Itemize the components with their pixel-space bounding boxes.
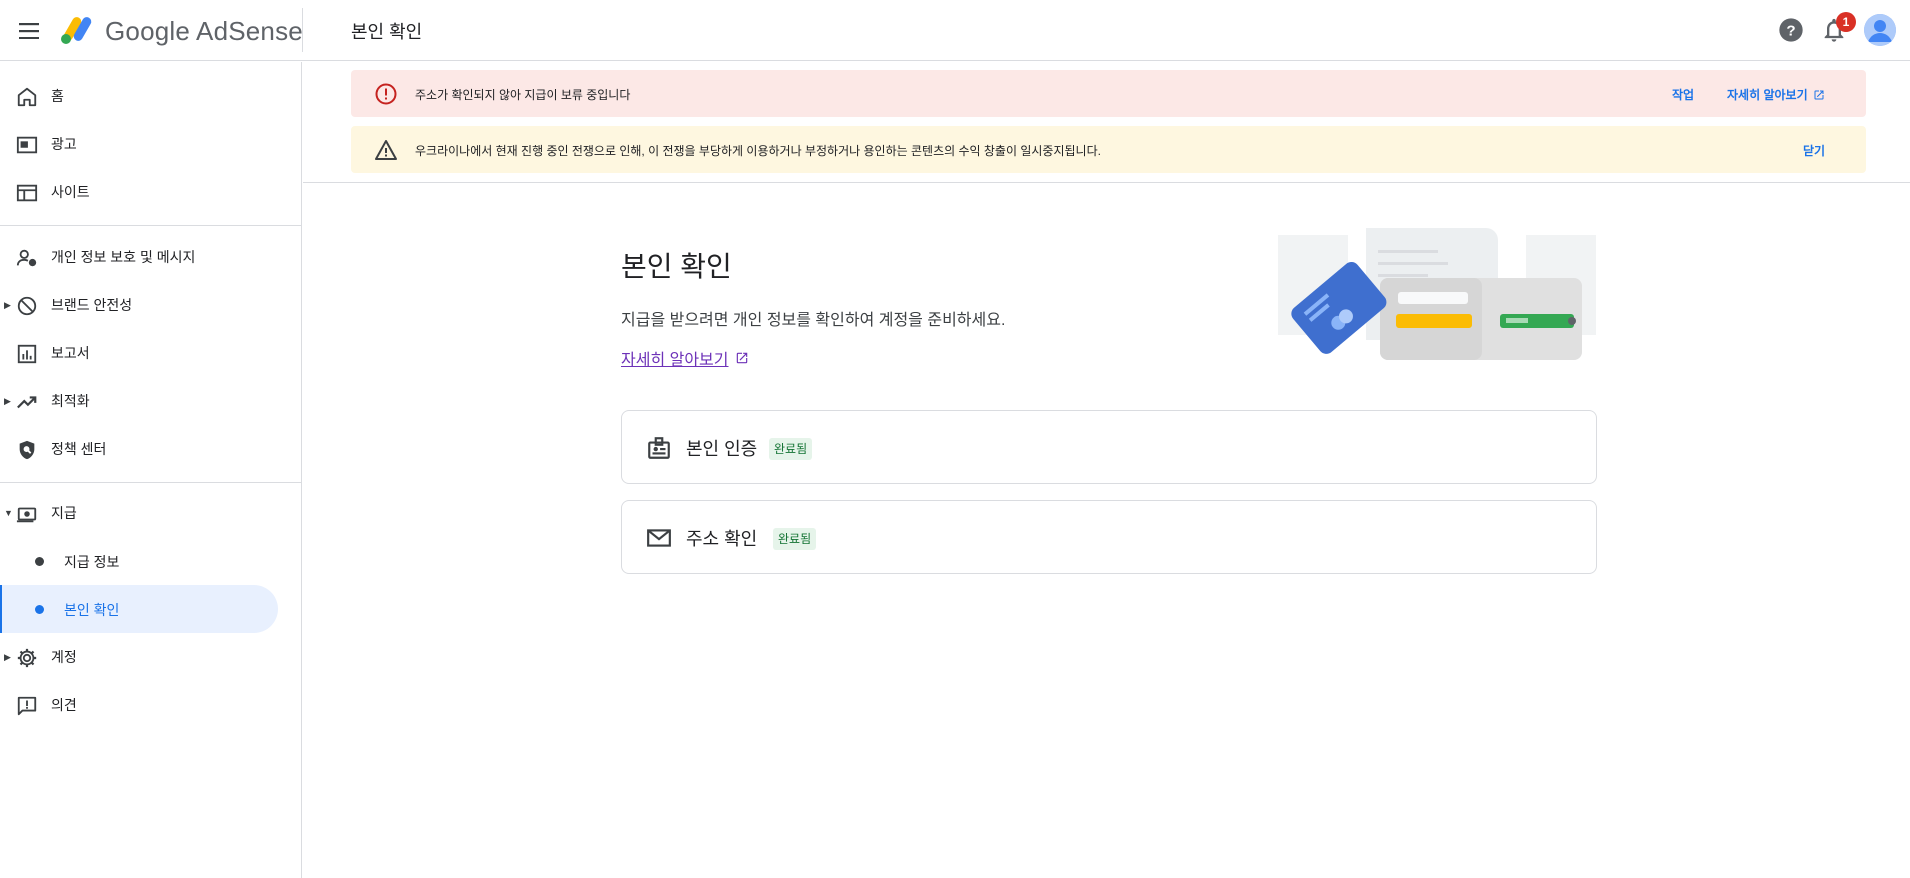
dismiss-button[interactable]: 닫기	[1803, 142, 1825, 159]
sidebar-item-payments[interactable]: ▼ 지급	[0, 489, 278, 537]
adsense-logo-icon[interactable]	[58, 14, 96, 46]
sidebar-item-sites[interactable]: 사이트	[0, 168, 278, 216]
sidebar-item-ads[interactable]: 광고	[0, 120, 278, 168]
top-app-bar: Google AdSense 본인 확인 ? 1	[0, 0, 1910, 61]
dot-icon	[35, 557, 44, 566]
caret-right-icon: ▶	[4, 395, 11, 406]
help-icon[interactable]: ?	[1777, 16, 1805, 44]
divider	[0, 482, 302, 483]
learn-more-link[interactable]: 자세히 알아보기	[621, 346, 749, 370]
trending-icon	[16, 391, 38, 413]
open-in-new-icon	[1814, 90, 1824, 99]
task-link[interactable]: 작업	[1672, 86, 1694, 103]
brand-name[interactable]: Google AdSense	[105, 16, 303, 47]
sites-icon	[16, 182, 38, 204]
section-title: 본인 확인	[621, 251, 732, 282]
sidebar-item-label: 사이트	[51, 184, 90, 200]
sidebar-item-label: 최적화	[51, 393, 90, 409]
mail-icon	[646, 525, 672, 551]
warning-icon	[374, 138, 398, 162]
sidebar-item-label: 지급	[51, 505, 77, 521]
caret-down-icon: ▼	[4, 508, 13, 518]
warning-banner-text: 우크라이나에서 현재 진행 중인 전쟁으로 인해, 이 전쟁을 부당하게 이용하…	[415, 144, 1101, 158]
sidebar-subitem-label: 지급 정보	[64, 554, 120, 570]
sidebar-item-privacy[interactable]: 개인 정보 보호 및 메시지	[0, 233, 278, 281]
page-title: 본인 확인	[351, 22, 423, 42]
block-icon	[16, 295, 38, 317]
sidebar-item-label: 계정	[51, 649, 77, 665]
sidebar-item-policy-center[interactable]: 정책 센터	[0, 425, 278, 473]
sidebar-item-home[interactable]: 홈	[0, 72, 278, 120]
sidebar-item-label: 의견	[51, 697, 77, 713]
section-description: 지급을 받으려면 개인 정보를 확인하여 계정을 준비하세요.	[621, 312, 1006, 329]
learn-more-label: 자세히 알아보기	[1727, 88, 1808, 102]
id-badge-icon	[646, 435, 672, 461]
divider	[0, 225, 302, 226]
gear-icon	[16, 647, 38, 669]
error-banner-text: 주소가 확인되지 않아 지급이 보류 중입니다	[415, 88, 631, 102]
divider	[303, 182, 1910, 183]
sidebar-subitem-verification[interactable]: 본인 확인	[0, 585, 278, 633]
sidebar-subitem-label: 본인 확인	[64, 602, 120, 618]
payments-icon	[16, 503, 38, 525]
sidebar-item-reports[interactable]: 보고서	[0, 329, 278, 377]
status-badge: 완료됨	[773, 528, 817, 550]
sidebar-item-label: 브랜드 안전성	[51, 297, 133, 313]
sidebar-item-label: 광고	[51, 136, 77, 152]
menu-icon[interactable]	[14, 16, 44, 46]
error-banner: 주소가 확인되지 않아 지급이 보류 중입니다 작업 자세히 알아보기	[351, 70, 1866, 117]
open-in-new-icon	[736, 352, 747, 364]
status-badge: 완료됨	[769, 438, 813, 460]
caret-right-icon: ▶	[4, 651, 11, 662]
notification-badge: 1	[1836, 12, 1856, 32]
learn-more-link[interactable]: 자세히 알아보기	[1727, 86, 1825, 103]
card-label: 주소 확인	[686, 529, 758, 549]
home-icon	[16, 86, 38, 108]
privacy-icon	[16, 247, 38, 269]
sidebar-item-label: 보고서	[51, 345, 90, 361]
reports-icon	[16, 343, 38, 365]
sidebar-item-brand-safety[interactable]: ▶ 브랜드 안전성	[0, 281, 278, 329]
sidebar-item-feedback[interactable]: 의견	[0, 681, 278, 729]
divider	[302, 8, 303, 52]
dot-icon	[35, 605, 44, 614]
ads-icon	[16, 134, 38, 156]
sidebar-item-optimization[interactable]: ▶ 최적화	[0, 377, 278, 425]
avatar[interactable]	[1864, 14, 1896, 46]
feedback-icon	[16, 695, 38, 717]
address-verification-card[interactable]: 주소 확인 완료됨	[621, 500, 1597, 574]
sidebar-nav: 홈 광고 사이트 개인 정보 보호 및 메시지 ▶ 브랜드 안전성 보고서 ▶	[0, 62, 302, 878]
sidebar-item-label: 개인 정보 보호 및 메시지	[51, 249, 196, 265]
sidebar-subitem-payment-info[interactable]: 지급 정보	[0, 537, 278, 585]
identity-verification-card[interactable]: 본인 인증 완료됨	[621, 410, 1597, 484]
sidebar-item-label: 홈	[51, 88, 64, 104]
learn-more-label: 자세히 알아보기	[621, 352, 729, 369]
warning-banner: 우크라이나에서 현재 진행 중인 전쟁으로 인해, 이 전쟁을 부당하게 이용하…	[351, 126, 1866, 173]
svg-text:?: ?	[1786, 22, 1795, 39]
caret-right-icon: ▶	[4, 299, 11, 310]
error-icon	[374, 82, 398, 106]
sidebar-item-account[interactable]: ▶ 계정	[0, 633, 278, 681]
policy-icon	[16, 439, 38, 461]
sidebar-item-label: 정책 센터	[51, 441, 107, 457]
card-label: 본인 인증	[686, 439, 758, 459]
wallet-illustration	[1278, 220, 1596, 366]
